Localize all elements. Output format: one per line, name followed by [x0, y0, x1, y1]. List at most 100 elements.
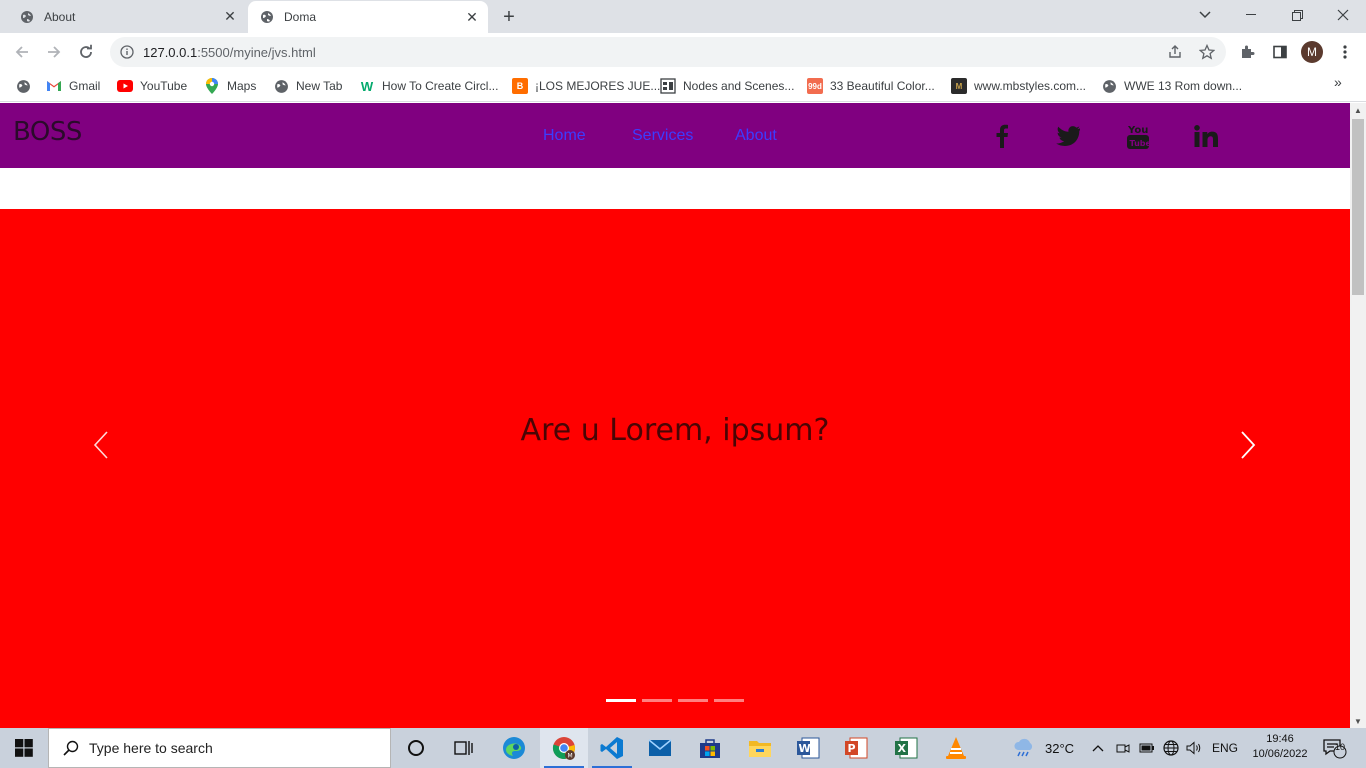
globe-icon: [273, 78, 289, 94]
carousel-indicator[interactable]: [606, 699, 636, 702]
word-icon: W: [797, 737, 820, 759]
close-window-button[interactable]: [1320, 0, 1366, 30]
taskbar-clock[interactable]: 19:46 10/06/2022: [1240, 732, 1320, 762]
more-bookmarks-icon[interactable]: »: [1334, 74, 1342, 90]
close-icon[interactable]: ✕: [222, 8, 238, 25]
taskbar-search-box[interactable]: Type here to search: [48, 728, 391, 768]
blogger-icon: B: [512, 78, 528, 94]
scrollbar-thumb[interactable]: [1352, 119, 1364, 295]
tab-about[interactable]: About ✕: [0, 0, 246, 33]
battery-icon[interactable]: [1139, 728, 1155, 768]
scroll-down-icon[interactable]: ▼: [1350, 714, 1366, 728]
meet-now-icon[interactable]: [1116, 728, 1130, 768]
bookmark-new-tab[interactable]: New Tab: [273, 76, 342, 96]
bookmark-label: www.mbstyles.com...: [974, 79, 1087, 93]
bookmark-how-to-create-circle[interactable]: W How To Create Circl...: [359, 76, 499, 96]
weather-widget[interactable]: 32°C: [1012, 728, 1074, 768]
youtube-icon: [117, 78, 133, 94]
chrome-app[interactable]: M: [540, 728, 588, 768]
bookmark-mbstyles[interactable]: M www.mbstyles.com...: [951, 76, 1086, 96]
twitter-icon[interactable]: [1053, 121, 1083, 151]
svg-text:Tube: Tube: [1130, 139, 1151, 148]
scroll-up-icon[interactable]: ▲: [1350, 103, 1366, 117]
tab-title: Doma: [284, 10, 317, 24]
bookmark-33-beautiful-color[interactable]: 99d 33 Beautiful Color...: [807, 76, 935, 96]
bookmark-nodes-and-scenes[interactable]: Nodes and Scenes...: [660, 76, 794, 96]
chevron-up-icon: [1092, 745, 1104, 752]
profile-avatar[interactable]: M: [1301, 41, 1323, 63]
show-hidden-icons-button[interactable]: [1092, 728, 1104, 768]
bookmark-gmail[interactable]: Gmail: [46, 76, 100, 96]
browser-toolbar: 127.0.0.1:5500/myine/jvs.html M: [0, 33, 1366, 71]
close-icon: [1337, 9, 1349, 21]
back-button[interactable]: [8, 38, 36, 66]
gmail-icon: [46, 78, 62, 94]
bookmark-label: New Tab: [296, 79, 343, 93]
bookmark-label: Gmail: [69, 79, 101, 93]
carousel-indicator[interactable]: [678, 699, 708, 702]
new-tab-button[interactable]: +: [498, 6, 520, 28]
carousel-next-button[interactable]: [1233, 427, 1263, 463]
site-info-icon[interactable]: [119, 44, 135, 60]
edge-app[interactable]: [490, 728, 538, 768]
excel-app[interactable]: X: [882, 728, 930, 768]
windows-logo-icon: [15, 739, 33, 757]
carousel-indicator[interactable]: [642, 699, 672, 702]
arrow-left-icon: [15, 46, 28, 58]
close-icon[interactable]: ✕: [464, 9, 480, 25]
file-explorer-app[interactable]: [736, 728, 784, 768]
apps-shortcut[interactable]: [15, 76, 31, 96]
puzzle-icon: [1242, 45, 1255, 58]
network-globe-icon[interactable]: [1163, 728, 1179, 768]
side-panel-icon: [1273, 45, 1287, 59]
share-icon[interactable]: [1162, 39, 1188, 65]
url-text[interactable]: 127.0.0.1:5500/myine/jvs.html: [143, 45, 1162, 60]
chrome-icon: M: [552, 737, 575, 760]
minimize-button[interactable]: [1228, 0, 1274, 30]
store-app[interactable]: [686, 728, 734, 768]
carousel-indicator[interactable]: [714, 699, 744, 702]
youtube-icon[interactable]: You Tube: [1123, 121, 1153, 151]
address-bar[interactable]: 127.0.0.1:5500/myine/jvs.html: [110, 37, 1226, 67]
vlc-icon: [946, 737, 966, 759]
tab-doma[interactable]: Doma ✕: [248, 1, 488, 33]
vscode-app[interactable]: [588, 728, 636, 768]
bookmark-star-icon[interactable]: [1194, 39, 1220, 65]
volume-icon[interactable]: [1186, 728, 1202, 768]
bookmark-maps[interactable]: Maps: [204, 76, 256, 96]
nav-link-home[interactable]: Home: [543, 127, 586, 145]
bookmark-los-mejores[interactable]: B ¡LOS MEJORES JUE...: [512, 76, 660, 96]
tab-title: About: [44, 9, 76, 24]
page-scrollbar[interactable]: ▲ ▼: [1350, 103, 1366, 728]
extensions-button[interactable]: [1234, 38, 1262, 66]
nav-link-about[interactable]: About: [735, 127, 777, 145]
bookmark-wwe-13[interactable]: WWE 13 Rom down...: [1101, 76, 1242, 96]
chrome-menu-button[interactable]: [1331, 38, 1359, 66]
nav-link-services[interactable]: Services: [632, 127, 693, 145]
powerpoint-app[interactable]: P: [832, 728, 880, 768]
minimize-icon: [1246, 14, 1256, 15]
action-center-button[interactable]: 10: [1322, 728, 1348, 768]
reload-button[interactable]: [72, 38, 100, 66]
bookmark-youtube[interactable]: YouTube: [117, 76, 187, 96]
mail-app[interactable]: [636, 728, 684, 768]
excel-icon: X: [895, 737, 918, 759]
bookmark-label: WWE 13 Rom down...: [1124, 79, 1243, 93]
cortana-button[interactable]: [392, 728, 440, 768]
hero-carousel: Are u Lorem, ipsum?: [0, 209, 1350, 728]
facebook-icon[interactable]: [987, 121, 1017, 151]
start-button[interactable]: [0, 728, 48, 768]
linkedin-icon[interactable]: [1191, 121, 1221, 151]
input-language-indicator[interactable]: ENG: [1212, 728, 1238, 768]
globe-icon: [15, 78, 31, 94]
task-view-button[interactable]: [440, 728, 488, 768]
vlc-app[interactable]: [932, 728, 980, 768]
side-panel-button[interactable]: [1266, 38, 1294, 66]
site-brand-logo[interactable]: BOSS: [13, 117, 82, 147]
forward-button[interactable]: [40, 38, 68, 66]
word-app[interactable]: W: [784, 728, 832, 768]
reload-icon: [80, 44, 92, 58]
svg-text:W: W: [799, 742, 811, 755]
tab-search-button[interactable]: [1182, 0, 1228, 30]
restore-button[interactable]: [1274, 0, 1320, 30]
